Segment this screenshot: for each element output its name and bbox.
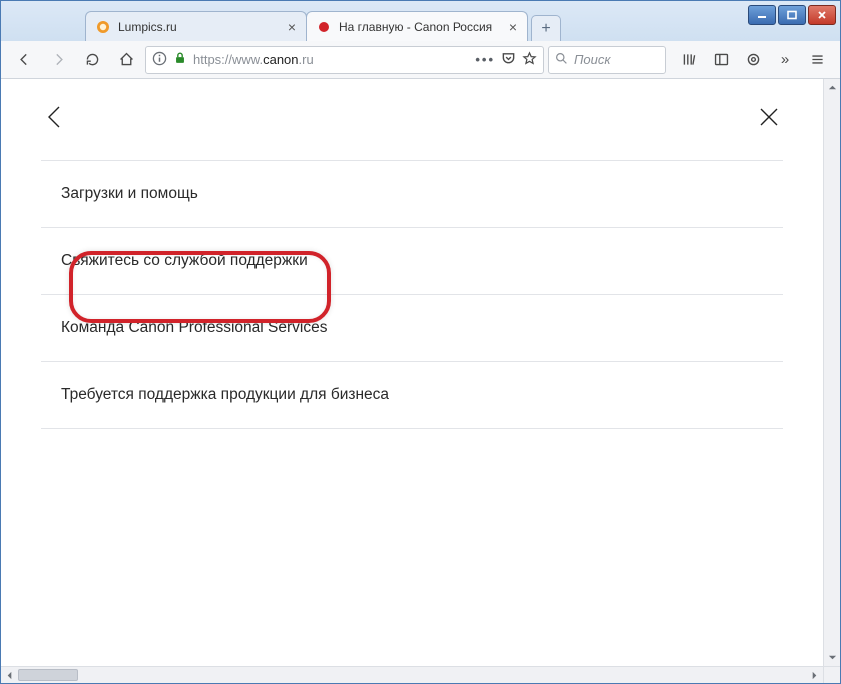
reload-button[interactable] [77, 46, 107, 74]
containers-icon[interactable] [738, 46, 768, 74]
scrollbar-corner [823, 666, 840, 683]
window-controls [748, 5, 836, 25]
viewport: Загрузки и помощь Свяжитесь со службой п… [1, 79, 840, 683]
scrollbar-thumb[interactable] [18, 669, 78, 681]
sidebar-icon[interactable] [706, 46, 736, 74]
pocket-icon[interactable] [501, 51, 516, 69]
tab-canon[interactable]: На главную - Canon Россия × [306, 11, 528, 41]
tab-lumpics[interactable]: Lumpics.ru × [85, 11, 307, 41]
favicon-canon-icon [317, 20, 331, 34]
toolbar-right: » [674, 46, 832, 74]
support-menu: Загрузки и помощь Свяжитесь со службой п… [41, 160, 783, 429]
site-info-icon[interactable] [152, 51, 167, 69]
window-close-button[interactable] [808, 5, 836, 25]
scroll-left-icon[interactable] [1, 667, 18, 683]
url-text: https://www.canon.ru [193, 52, 469, 67]
search-box[interactable]: Поиск [548, 46, 666, 74]
search-icon [555, 52, 568, 68]
overflow-icon[interactable]: » [770, 46, 800, 74]
bookmark-star-icon[interactable] [522, 51, 537, 69]
page-back-icon[interactable] [41, 103, 69, 136]
search-placeholder: Поиск [574, 52, 611, 67]
scroll-right-icon[interactable] [806, 667, 823, 683]
library-icon[interactable] [674, 46, 704, 74]
maximize-button[interactable] [778, 5, 806, 25]
vertical-scrollbar[interactable] [823, 79, 840, 666]
browser-window: Lumpics.ru × На главную - Canon Россия ×… [0, 0, 841, 684]
hamburger-menu-icon[interactable] [802, 46, 832, 74]
tab-close-icon[interactable]: × [288, 20, 296, 34]
minimize-button[interactable] [748, 5, 776, 25]
menu-item-cps-team[interactable]: Команда Canon Professional Services [41, 295, 783, 362]
favicon-lumpics-icon [96, 20, 110, 34]
page-content: Загрузки и помощь Свяжитесь со службой п… [1, 79, 823, 666]
page-close-icon[interactable] [755, 103, 783, 136]
nav-bar: https://www.canon.ru ••• Поиск [1, 41, 840, 79]
horizontal-scrollbar[interactable] [1, 666, 823, 683]
back-button[interactable] [9, 46, 39, 74]
plus-icon: + [541, 20, 550, 38]
scroll-down-icon[interactable] [824, 649, 840, 666]
page-actions-icon[interactable]: ••• [475, 52, 495, 67]
tab-title: Lumpics.ru [118, 20, 280, 34]
tab-title: На главную - Canon Россия [339, 20, 501, 34]
lock-icon[interactable] [173, 51, 187, 68]
tab-close-icon[interactable]: × [509, 20, 517, 34]
new-tab-button[interactable]: + [531, 15, 561, 41]
menu-item-business-support[interactable]: Требуется поддержка продукции для бизнес… [41, 362, 783, 429]
menu-item-contact-support[interactable]: Свяжитесь со службой поддержки [41, 228, 783, 295]
home-button[interactable] [111, 46, 141, 74]
scroll-up-icon[interactable] [824, 79, 840, 96]
address-bar[interactable]: https://www.canon.ru ••• [145, 46, 544, 74]
forward-button[interactable] [43, 46, 73, 74]
menu-item-downloads-help[interactable]: Загрузки и помощь [41, 160, 783, 228]
tab-strip: Lumpics.ru × На главную - Canon Россия ×… [1, 1, 840, 41]
